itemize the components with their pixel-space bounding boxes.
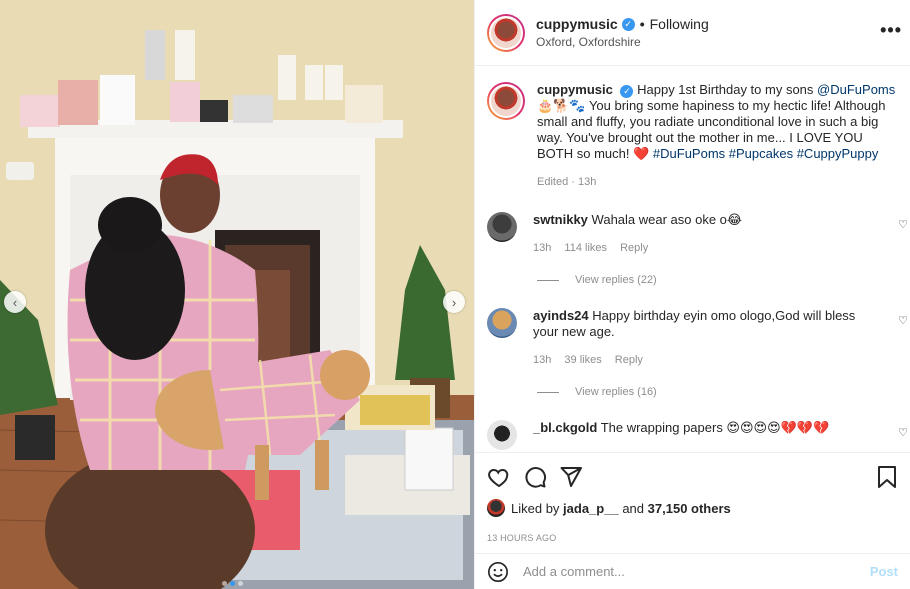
post-comment-button[interactable]: Post [870,564,898,579]
comment-item: ayinds24 Happy birthday eyin omo ologo,G… [487,308,908,368]
caption-text-a: Happy 1st Birthday to my sons [637,82,814,97]
liked-by[interactable]: Liked by jada_p__ and 37,150 others [487,499,898,517]
emoji-picker-icon[interactable] [487,561,509,583]
comment-like-heart-icon[interactable]: ♡ [898,218,908,231]
comment-item: swtnikky Wahala wear aso oke o😂 13h 114 … [487,212,908,256]
following-button[interactable]: Following [650,16,709,32]
comments-section[interactable]: cuppymusic ✓ Happy 1st Birthday to my so… [475,66,910,452]
comment-composer: Add a comment... Post [475,553,910,589]
caption-avatar[interactable] [487,82,525,120]
comment-text: Wahala wear aso oke o😂 [591,212,743,227]
caption-hashtags[interactable]: #DuFuPoms #Pupcakes #CuppyPuppy [653,146,878,161]
comment-time: 13h [533,242,552,254]
carousel-prev-button[interactable]: ‹ [4,291,26,313]
commenter-avatar[interactable] [487,308,517,338]
post-location[interactable]: Oxford, Oxfordshire [536,35,709,49]
comment-likes[interactable]: 114 likes [564,242,607,254]
post-actions: Liked by jada_p__ and 37,150 others 13 H… [475,452,910,556]
caption-username[interactable]: cuppymusic [537,82,613,97]
post-caption: cuppymusic ✓ Happy 1st Birthday to my so… [487,82,898,190]
view-replies-button[interactable]: View replies (22) [537,274,898,286]
caption-emoji-a: 🎂🐕🐾 [537,98,586,113]
bookmark-icon[interactable] [876,465,898,489]
comment-time: 13h [533,354,552,366]
share-send-icon[interactable] [559,465,595,489]
caption-edited-time: Edited · 13h [537,176,597,188]
comment-reply-button[interactable]: Reply [620,242,648,254]
comment-reply-button[interactable]: Reply [615,354,643,366]
author-username[interactable]: cuppymusic [536,16,618,32]
instagram-post-modal: ‹ › cuppymusic ✓ • Following Oxford, Oxf… [0,0,910,589]
post-details-panel: cuppymusic ✓ • Following Oxford, Oxfords… [474,0,910,589]
photo-illustration [0,0,474,589]
comment-text: The wrapping papers 😍😍😍😍💔💔💔 [600,420,830,435]
view-replies-label: View replies (22) [575,274,657,286]
comment-bubble-icon[interactable] [523,465,559,489]
view-replies-button[interactable]: View replies (16) [537,386,898,398]
comment-like-heart-icon[interactable]: ♡ [898,314,908,327]
liker-avatar[interactable] [487,499,505,517]
liked-by-and: and [622,500,645,516]
carousel-dot [222,581,227,586]
caption-mention-link[interactable]: @DuFuPoms [817,82,895,97]
comment-like-heart-icon[interactable]: ♡ [898,426,908,439]
author-avatar[interactable] [487,13,525,52]
dot-separator: • [639,16,645,32]
verified-badge-icon: ✓ [620,84,634,98]
chevron-left-icon: ‹ [12,294,18,310]
liked-by-others[interactable]: 37,150 others [648,501,731,516]
verified-badge-icon: ✓ [621,17,635,31]
commenter-username[interactable]: _bl.ckgold [533,420,597,435]
carousel-indicator [222,581,243,586]
commenter-avatar[interactable] [487,212,517,242]
more-options-icon[interactable]: ••• [880,20,902,41]
liked-by-user[interactable]: jada_p__ [563,501,619,516]
post-photo[interactable]: ‹ › [0,0,474,589]
carousel-next-button[interactable]: › [443,291,465,313]
commenter-avatar[interactable] [487,420,517,450]
post-header: cuppymusic ✓ • Following Oxford, Oxfords… [475,0,910,66]
chevron-right-icon: › [451,294,457,310]
comment-input[interactable]: Add a comment... [523,564,870,579]
comment-item: _bl.ckgold The wrapping papers 😍😍😍😍💔💔💔 ♡ [487,420,908,450]
caption-emoji-b: ❤️ [633,146,650,161]
view-replies-label: View replies (16) [575,386,657,398]
liked-by-prefix: Liked by [511,500,560,516]
carousel-dot-active [230,581,235,586]
commenter-username[interactable]: swtnikky [533,212,588,227]
carousel-dot [238,581,243,586]
post-time-ago: 13 HOURS AGO [487,533,557,543]
like-heart-icon[interactable] [487,465,523,489]
comment-likes[interactable]: 39 likes [564,354,601,366]
commenter-username[interactable]: ayinds24 [533,308,589,323]
